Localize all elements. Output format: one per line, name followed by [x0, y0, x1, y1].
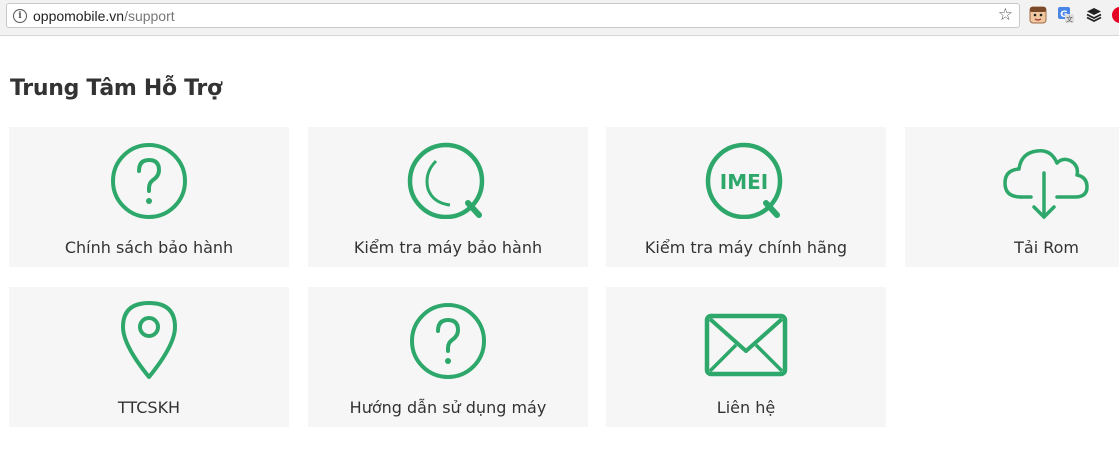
page-title: Trung Tâm Hỗ Trợ: [10, 76, 222, 101]
card-warranty-check[interactable]: Kiểm tra máy bảo hành: [308, 127, 588, 267]
map-pin-icon: [121, 301, 177, 379]
card-label: TTCSKH: [117, 398, 181, 417]
card-label: Liên hệ: [716, 398, 776, 417]
imei-search-icon: IMEI: [705, 142, 783, 219]
card-contact[interactable]: Liên hệ: [606, 287, 886, 427]
url-path: /support: [124, 8, 175, 24]
card-warranty-policy[interactable]: Chính sách bảo hành: [9, 127, 289, 267]
card-label: Hướng dẫn sử dụng máy: [349, 398, 547, 417]
extension-face-icon[interactable]: [1029, 6, 1047, 24]
card-label: Chính sách bảo hành: [64, 238, 234, 257]
card-label: Kiểm tra máy chính hãng: [644, 238, 848, 257]
address-bar[interactable]: i oppomobile.vn/support ☆: [6, 3, 1020, 28]
card-download-rom[interactable]: Tải Rom: [905, 127, 1119, 267]
imei-text: IMEI: [720, 170, 768, 194]
info-icon[interactable]: i: [13, 9, 27, 23]
url-text[interactable]: oppomobile.vn/support: [33, 8, 175, 24]
svg-text:文: 文: [1066, 15, 1073, 24]
card-user-guide[interactable]: Hướng dẫn sử dụng máy: [308, 287, 588, 427]
extension-translate-icon[interactable]: G 文: [1057, 6, 1075, 24]
card-customer-care-center[interactable]: TTCSKH: [9, 287, 289, 427]
envelope-icon: [704, 313, 788, 377]
question-circle-icon: [410, 303, 486, 379]
extension-pinterest-icon[interactable]: [1111, 6, 1119, 24]
card-genuine-check[interactable]: IMEI Kiểm tra máy chính hãng: [606, 127, 886, 267]
url-domain: oppomobile.vn: [33, 8, 125, 24]
browser-toolbar: i oppomobile.vn/support ☆ G 文: [0, 0, 1119, 36]
search-q-icon: [407, 142, 485, 219]
extension-layers-icon[interactable]: [1085, 6, 1103, 24]
card-label: Tải Rom: [1014, 238, 1079, 257]
question-circle-icon: [111, 143, 187, 219]
card-label: Kiểm tra máy bảo hành: [353, 238, 543, 257]
cloud-download-icon: [1003, 149, 1089, 219]
bookmark-star-icon[interactable]: ☆: [998, 5, 1013, 25]
